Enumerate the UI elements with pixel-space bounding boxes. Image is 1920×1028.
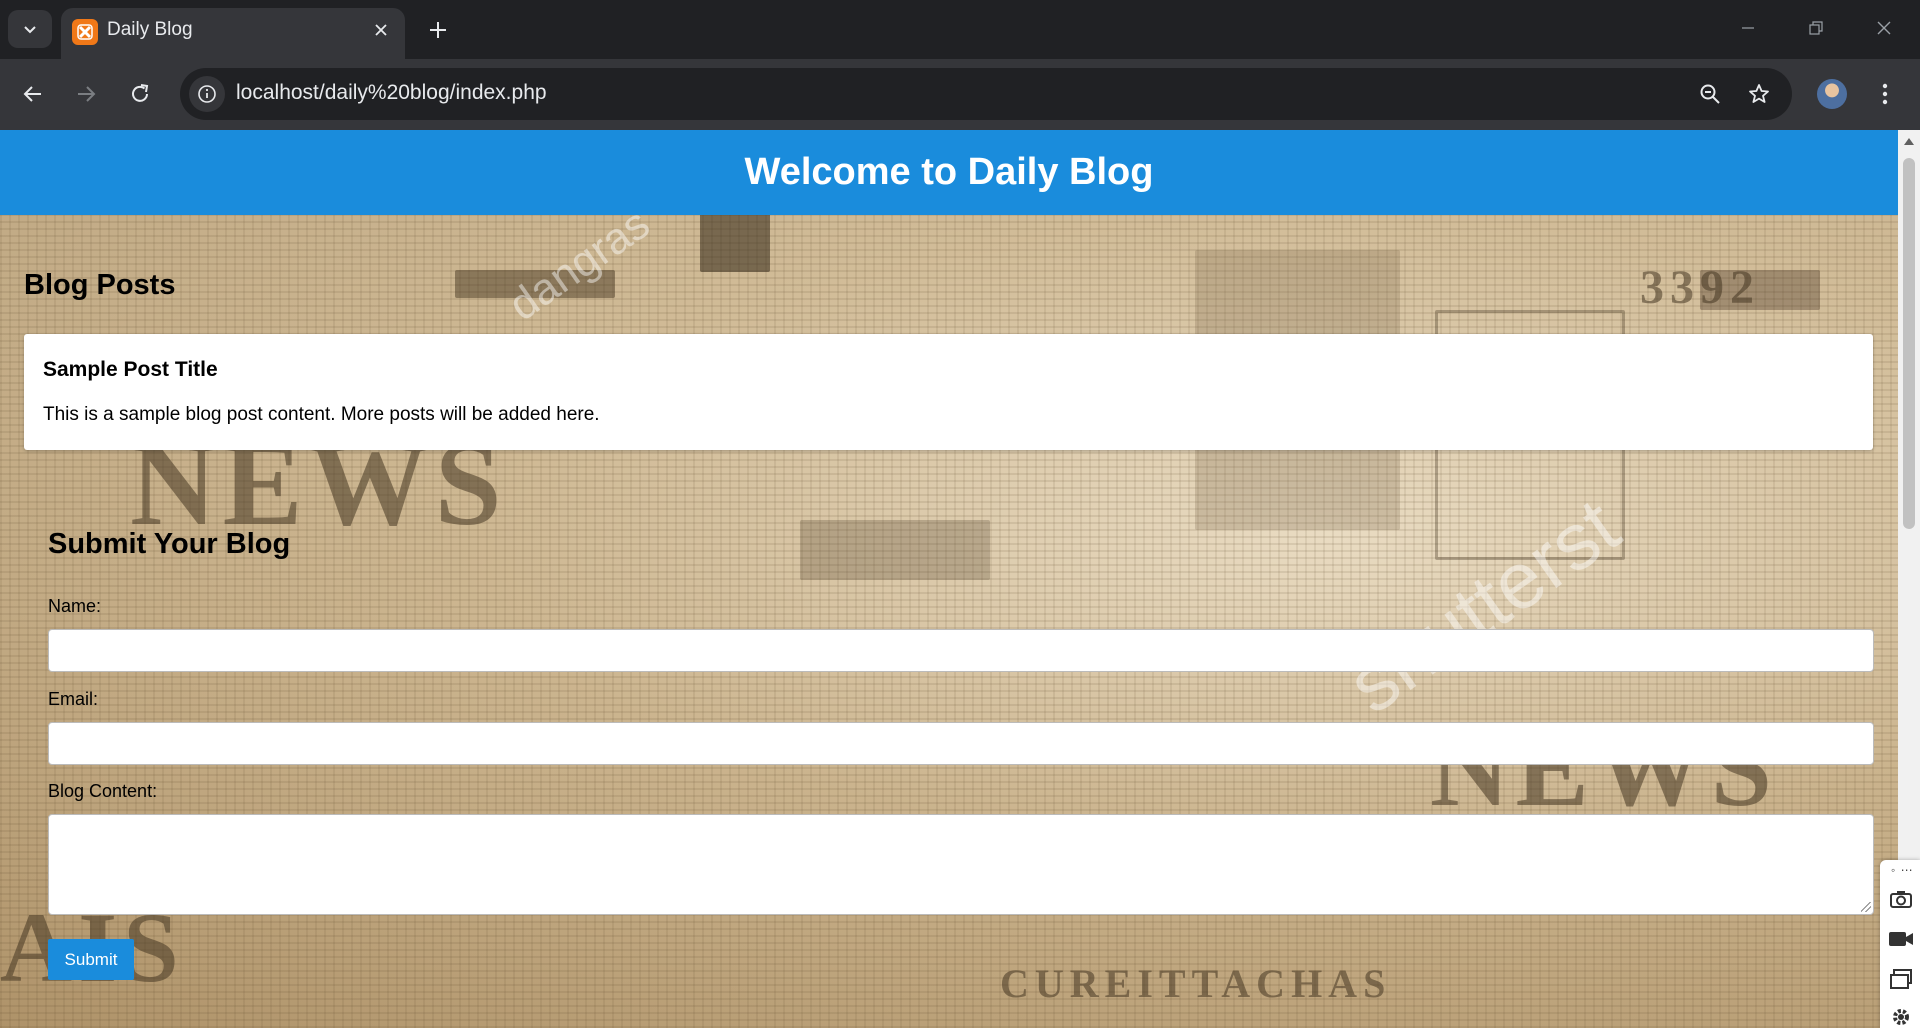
- kebab-menu-icon: [1882, 83, 1888, 105]
- back-button[interactable]: [13, 74, 53, 114]
- site-header: Welcome to Daily Blog: [0, 130, 1898, 215]
- settings-icon[interactable]: [1887, 1004, 1915, 1028]
- camera-icon[interactable]: [1887, 886, 1915, 912]
- tab-title: Daily Blog: [107, 19, 193, 40]
- close-icon: [1877, 21, 1891, 35]
- tab-close-button[interactable]: [367, 16, 395, 44]
- forward-button[interactable]: [66, 74, 106, 114]
- scrollbar-thumb[interactable]: [1903, 158, 1915, 529]
- name-input[interactable]: [48, 629, 1874, 672]
- blog-posts-heading: Blog Posts: [24, 269, 176, 301]
- forward-arrow-icon: [78, 86, 96, 102]
- submit-blog-heading: Submit Your Blog: [48, 528, 291, 560]
- background-newspaper-graphic: [700, 212, 770, 272]
- blog-content-textarea[interactable]: [48, 814, 1874, 915]
- bookmark-button[interactable]: [1743, 78, 1775, 110]
- site-info-button[interactable]: [189, 76, 225, 112]
- windows-icon[interactable]: [1887, 966, 1915, 992]
- zoom-button[interactable]: [1694, 78, 1726, 110]
- browser-tab-strip: Daily Blog: [0, 0, 1920, 59]
- reload-button[interactable]: [120, 74, 160, 114]
- xampp-icon: [72, 19, 98, 45]
- page-viewport: NEWS NEWS AIS CUREITTACHAS 3392 shutters…: [0, 130, 1898, 1028]
- chevron-down-icon: [24, 26, 36, 34]
- capture-toolbar: ◦ ⋯: [1880, 860, 1920, 1028]
- minimize-button[interactable]: [1726, 10, 1770, 46]
- tab-search-button[interactable]: [8, 10, 52, 48]
- address-bar[interactable]: localhost/daily%20blog/index.php: [180, 68, 1792, 120]
- scroll-up-arrow-icon[interactable]: [1904, 138, 1914, 145]
- site-title: Welcome to Daily Blog: [744, 151, 1154, 193]
- post-content: This is a sample blog post content. More…: [43, 404, 600, 425]
- new-tab-button[interactable]: [420, 12, 456, 48]
- email-label: Email:: [48, 689, 99, 709]
- back-arrow-icon: [23, 86, 41, 102]
- restore-icon: [1809, 21, 1823, 35]
- url-text: localhost/daily%20blog/index.php: [236, 81, 547, 104]
- blog-content-label: Blog Content:: [48, 781, 158, 801]
- background-newspaper-graphic: 3392: [1640, 261, 1760, 314]
- background-newspaper-graphic: CUREITTACHAS: [1000, 961, 1392, 1006]
- reload-icon: [132, 84, 149, 102]
- background-newspaper-graphic: [800, 520, 990, 580]
- info-icon: [198, 85, 216, 103]
- submit-button[interactable]: Submit: [48, 939, 134, 980]
- profile-avatar[interactable]: [1817, 79, 1847, 109]
- resize-handle-icon[interactable]: [1861, 902, 1871, 912]
- email-input[interactable]: [48, 722, 1874, 765]
- zoom-out-icon: [1700, 84, 1720, 104]
- post-title: Sample Post Title: [43, 358, 218, 381]
- name-label: Name:: [48, 596, 102, 616]
- restore-button[interactable]: [1794, 10, 1838, 46]
- video-icon[interactable]: [1887, 926, 1915, 952]
- star-icon: [1749, 84, 1769, 103]
- browser-menu-button[interactable]: [1870, 79, 1900, 109]
- background-watermark: dangras: [500, 198, 659, 331]
- capture-toolbar-grip[interactable]: ◦ ⋯: [1891, 863, 1914, 877]
- blog-post-card: Sample Post Title This is a sample blog …: [24, 334, 1873, 450]
- browser-toolbar: localhost/daily%20blog/index.php: [0, 59, 1920, 130]
- close-window-button[interactable]: [1862, 10, 1906, 46]
- minimize-icon: [1742, 27, 1754, 29]
- close-icon: [375, 24, 387, 36]
- tab-daily-blog[interactable]: Daily Blog: [61, 8, 405, 59]
- plus-icon: [430, 22, 446, 38]
